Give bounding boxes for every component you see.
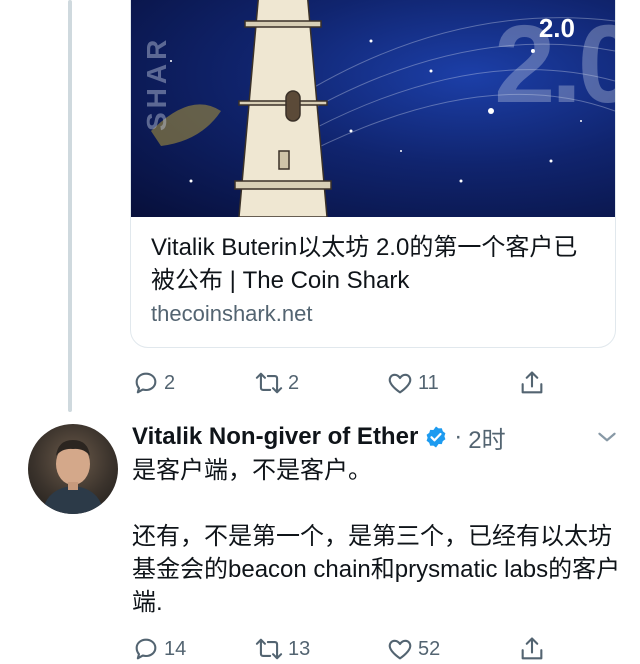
card-title[interactable]: Vitalik Buterin以太坊 2.0的第一个客户已被公布 | The C… bbox=[151, 231, 601, 297]
reply-count: 2 bbox=[164, 371, 176, 394]
like-count: 52 bbox=[418, 637, 441, 660]
tweet-actions-top: 2 2 11 bbox=[132, 368, 552, 398]
avatar-portrait bbox=[42, 440, 104, 514]
more-options-button[interactable] bbox=[594, 424, 620, 455]
verified-badge-icon bbox=[426, 426, 446, 448]
card-image[interactable]: SHAR 2.0 2.0 bbox=[131, 0, 615, 217]
tweet-text-line-1: 是客户端，不是客户。 bbox=[132, 457, 372, 484]
tweet-actions-bottom: 14 13 52 bbox=[132, 634, 552, 664]
share-button[interactable] bbox=[518, 635, 546, 663]
like-button[interactable]: 11 bbox=[386, 369, 518, 397]
reply-icon bbox=[135, 638, 157, 660]
link-preview-card[interactable]: SHAR 2.0 2.0 Vitalik Buterin以太坊 2.0的第一个客… bbox=[130, 0, 616, 348]
retweet-icon bbox=[255, 372, 283, 394]
heart-icon bbox=[388, 639, 412, 660]
heart-icon bbox=[388, 373, 412, 394]
avatar[interactable] bbox=[28, 424, 118, 514]
card-image-badge: 2.0 bbox=[538, 13, 575, 43]
reply-count: 14 bbox=[164, 637, 187, 660]
chevron-down-icon bbox=[598, 432, 616, 442]
share-button[interactable] bbox=[518, 369, 546, 397]
card-domain[interactable]: thecoinshark.net bbox=[151, 301, 312, 327]
share-icon bbox=[521, 637, 543, 660]
reply-button[interactable]: 14 bbox=[132, 635, 254, 663]
header-separator: · bbox=[454, 423, 463, 450]
tweet-header: Vitalik Non-giver of Ether · 2时 bbox=[132, 420, 506, 454]
author-name[interactable]: Vitalik Non-giver of Ether bbox=[132, 423, 418, 451]
card-image-side-text: SHAR bbox=[141, 35, 172, 131]
thread-connector-line bbox=[68, 0, 72, 412]
like-button[interactable]: 52 bbox=[386, 635, 518, 663]
retweet-button[interactable]: 13 bbox=[254, 635, 386, 663]
retweet-button[interactable]: 2 bbox=[254, 369, 386, 397]
reply-button[interactable]: 2 bbox=[132, 369, 254, 397]
reply-icon bbox=[135, 372, 157, 394]
share-icon bbox=[521, 371, 543, 394]
like-count: 11 bbox=[418, 371, 439, 394]
tweet-timestamp[interactable]: 2时 bbox=[468, 420, 505, 455]
retweet-icon bbox=[255, 638, 283, 660]
retweet-count: 13 bbox=[288, 637, 311, 660]
tweet-text-line-2: 还有，不是第一个，是第三个，已经有以太坊基金会的beacon chain和pry… bbox=[132, 523, 621, 616]
retweet-count: 2 bbox=[288, 371, 300, 394]
tweet-text: 是客户端，不是客户。 还有，不是第一个，是第三个，已经有以太坊基金会的beaco… bbox=[132, 454, 622, 619]
